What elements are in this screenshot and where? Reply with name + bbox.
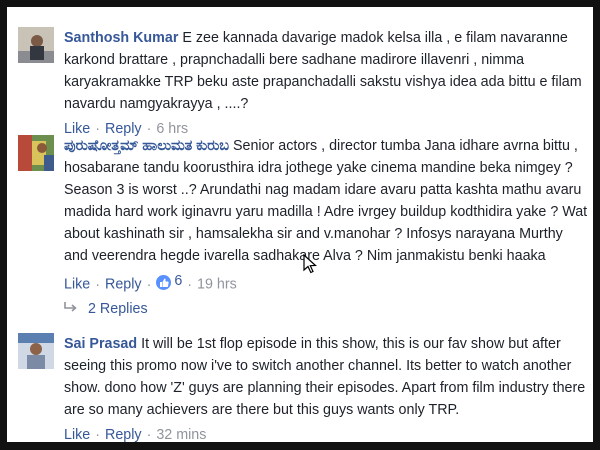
avatar[interactable] [18,27,54,63]
like-button[interactable]: Like [64,277,90,293]
window-frame-left [0,0,7,450]
mouse-cursor-icon [303,253,317,279]
like-button[interactable]: Like [64,427,90,443]
like-count[interactable]: 6 [156,271,182,291]
comment-author[interactable]: Santhosh Kumar [64,30,178,46]
view-replies-link[interactable]: 2 Replies [64,301,148,317]
replies-label: 2 Replies [88,301,148,317]
comment-author[interactable]: Sai Prasad [64,336,137,352]
window-frame-right [593,0,600,450]
comment-text: It will be 1st flop episode in this show… [64,336,586,418]
window-frame-bottom [0,442,600,450]
like-count-value: 6 [174,273,183,289]
comment-timestamp[interactable]: 19 hrs [197,277,237,293]
comment-text: Senior actors , director tumba Jana idha… [64,138,588,264]
comment-timestamp[interactable]: 32 mins [156,427,206,443]
avatar[interactable] [18,135,54,171]
comment-author[interactable]: ಪುರುಷೋತ್ತಮ್ ಹಾಲುಮತ ಕುರುಬ [64,138,229,154]
window-frame-top [0,0,600,7]
comment-actions: Like · Reply · 6 · 19 hrs [64,271,588,295]
separator-dot: · [95,276,100,293]
comment-sai-prasad: Sai Prasad It will be 1st flop episode in… [18,333,588,443]
separator-dot: · [95,427,100,443]
separator-dot: · [146,427,152,443]
separator-dot: · [146,276,152,293]
reply-arrow-icon [64,301,78,317]
reply-button[interactable]: Reply [105,427,142,443]
avatar[interactable] [18,333,54,369]
reply-button[interactable]: Reply [105,277,142,293]
thumbs-up-icon [156,274,172,290]
separator-dot: · [187,276,193,293]
comment-santhosh-kumar: Santhosh Kumar E zee kannada davarige mad… [18,27,588,137]
